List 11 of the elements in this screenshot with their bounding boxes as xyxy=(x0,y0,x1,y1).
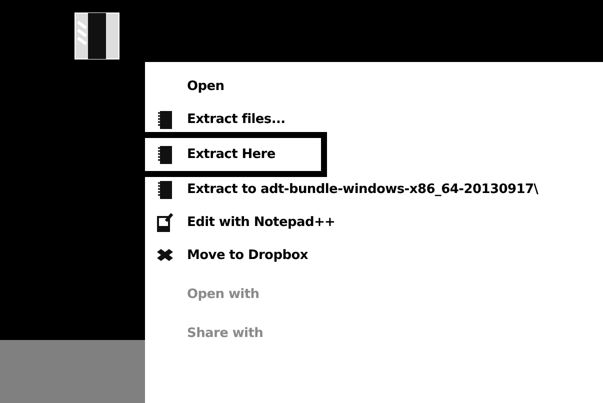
notepad-icon xyxy=(156,212,174,232)
menu-item[interactable]: Open xyxy=(145,70,603,103)
file-icon[interactable] xyxy=(74,12,120,60)
archive-icon xyxy=(157,144,173,164)
menu-item[interactable]: Edit with Notepad++ xyxy=(145,206,603,239)
menu-item[interactable]: Move to Dropbox xyxy=(145,239,603,272)
menu-item[interactable]: Extract files... xyxy=(145,103,603,136)
menu-item[interactable]: Extract to adt-bundle-windows-x86_64-20130917\ xyxy=(145,173,603,206)
archive-icon xyxy=(157,180,173,200)
menu-item[interactable]: Extract Here xyxy=(131,138,321,171)
archive-icon xyxy=(157,110,173,130)
